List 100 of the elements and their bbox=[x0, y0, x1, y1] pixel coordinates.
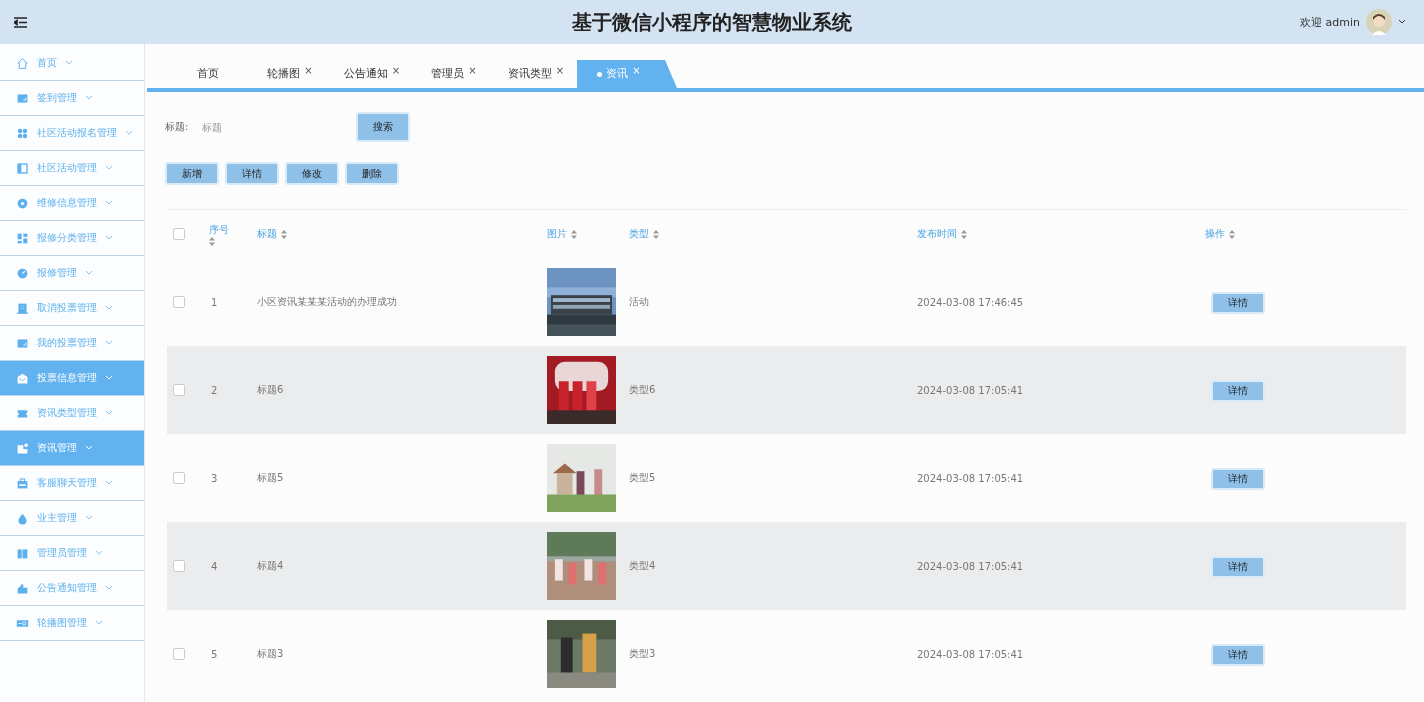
drop-icon bbox=[16, 511, 29, 525]
table-cell-text: 1 bbox=[210, 296, 219, 308]
detail-button[interactable]: 详情 bbox=[1211, 643, 1265, 666]
select-all-checkbox[interactable] bbox=[173, 228, 185, 240]
sort-icon[interactable] bbox=[281, 229, 287, 239]
chart-icon bbox=[16, 581, 29, 595]
note-icon bbox=[16, 441, 29, 455]
sort-icon[interactable] bbox=[1229, 229, 1235, 239]
image-icon bbox=[16, 91, 29, 105]
sort-icon[interactable] bbox=[209, 236, 215, 246]
chevron-down-icon bbox=[105, 235, 113, 241]
tiles-icon bbox=[16, 231, 29, 245]
table-cell-text: 标题3 bbox=[257, 647, 285, 661]
table-cell-text: 小区资讯某某某活动的办理成功 bbox=[257, 295, 398, 309]
row-checkbox[interactable] bbox=[173, 472, 185, 484]
table-cell-text: 2024-03-08 17:05:41 bbox=[917, 560, 1025, 572]
welcome-text: 欢迎 admin bbox=[1300, 14, 1360, 30]
column-header[interactable]: 类型 bbox=[629, 227, 649, 241]
search-field[interactable]: 标题 bbox=[198, 117, 337, 137]
chevron-down-icon bbox=[105, 585, 113, 591]
panel-icon bbox=[16, 161, 29, 175]
table-cell-text: 3 bbox=[210, 472, 219, 484]
avatar-icon[interactable] bbox=[1366, 9, 1392, 35]
mail-icon bbox=[16, 371, 29, 385]
search-button[interactable]: 搜索 bbox=[356, 112, 411, 142]
action-button[interactable]: 修改 bbox=[285, 162, 339, 185]
close-icon[interactable]: × bbox=[304, 64, 313, 76]
table-cell-text: 2024-03-08 17:05:41 bbox=[917, 472, 1025, 484]
tab[interactable]: 资讯类型 × bbox=[495, 60, 577, 88]
tab[interactable]: 资讯 × bbox=[577, 60, 677, 88]
tab[interactable]: 管理员 × bbox=[413, 60, 495, 88]
table-cell-text: 标题5 bbox=[257, 471, 285, 485]
chevron-down-icon bbox=[95, 550, 103, 556]
table-cell-text: 类型6 bbox=[629, 383, 657, 397]
chevron-down-icon bbox=[105, 480, 113, 486]
table-cell-text: 2024-03-08 17:05:41 bbox=[917, 384, 1025, 396]
chevron-down-icon bbox=[105, 165, 113, 171]
sidebar-item[interactable]: 投票信息管理 bbox=[0, 361, 144, 396]
chevron-down-icon bbox=[65, 60, 73, 66]
row-checkbox[interactable] bbox=[173, 560, 185, 572]
image-icon bbox=[16, 336, 29, 350]
table-cell-text: 5 bbox=[210, 648, 219, 660]
tab[interactable]: 轮播图 × bbox=[249, 60, 331, 88]
table-cell-text: 类型5 bbox=[629, 471, 657, 485]
detail-button[interactable]: 详情 bbox=[1211, 379, 1265, 402]
detail-button[interactable]: 详情 bbox=[1211, 291, 1265, 314]
gauge-icon bbox=[16, 266, 29, 280]
grid-icon bbox=[16, 126, 29, 140]
row-checkbox[interactable] bbox=[173, 296, 185, 308]
chevron-down-icon bbox=[85, 95, 93, 101]
chevron-down-icon bbox=[125, 130, 133, 136]
close-icon[interactable]: × bbox=[555, 64, 565, 76]
column-header[interactable]: 序号 bbox=[209, 222, 229, 237]
close-icon[interactable]: × bbox=[391, 64, 401, 76]
search-label: 标题: bbox=[165, 120, 189, 134]
chevron-down-icon bbox=[105, 410, 113, 416]
chevron-down-icon bbox=[105, 340, 113, 346]
tab[interactable]: 首页 bbox=[167, 60, 249, 88]
detail-button[interactable]: 详情 bbox=[1211, 555, 1265, 578]
chevron-down-icon bbox=[85, 270, 93, 276]
menu-icon[interactable] bbox=[14, 16, 27, 28]
column-header[interactable]: 图片 bbox=[547, 227, 567, 241]
action-button[interactable]: 删除 bbox=[345, 162, 399, 185]
building-icon bbox=[16, 301, 29, 315]
chevron-down-icon bbox=[105, 375, 113, 381]
chevron-down-icon bbox=[105, 200, 113, 206]
table-cell-text: 标题6 bbox=[257, 383, 285, 397]
chevron-down-icon bbox=[105, 305, 113, 311]
tab[interactable]: 公告通知 × bbox=[331, 60, 413, 88]
circle-icon bbox=[16, 196, 29, 210]
home-icon bbox=[16, 56, 29, 70]
chevron-down-icon bbox=[85, 445, 93, 451]
table-cell-text: 4 bbox=[210, 560, 219, 572]
close-icon[interactable]: × bbox=[468, 64, 477, 76]
system-title: 基于微信小程序的智慧物业系统 bbox=[572, 9, 852, 34]
chevron-down-icon[interactable] bbox=[1398, 19, 1406, 25]
column-header[interactable]: 发布时间 bbox=[917, 227, 957, 241]
book-icon bbox=[16, 546, 29, 560]
sort-icon[interactable] bbox=[571, 229, 577, 239]
column-header[interactable]: 标题 bbox=[257, 227, 277, 241]
sort-icon[interactable] bbox=[961, 229, 967, 239]
close-icon[interactable]: × bbox=[632, 64, 641, 76]
table-cell-text: 活动 bbox=[629, 295, 650, 309]
column-header[interactable]: 操作 bbox=[1205, 227, 1225, 241]
row-checkbox[interactable] bbox=[173, 648, 185, 660]
sort-icon[interactable] bbox=[653, 229, 659, 239]
table-cell-text: 2024-03-08 17:46:45 bbox=[917, 296, 1025, 308]
table-cell-text: 2 bbox=[210, 384, 219, 396]
row-checkbox[interactable] bbox=[173, 384, 185, 396]
chevron-down-icon bbox=[85, 515, 93, 521]
active-dot-icon bbox=[597, 71, 603, 77]
chevron-down-icon bbox=[95, 620, 103, 626]
bag-icon bbox=[16, 476, 29, 490]
detail-button[interactable]: 详情 bbox=[1211, 467, 1265, 490]
sidebar-item[interactable]: 资讯管理 bbox=[0, 431, 144, 466]
table-cell-text: 类型3 bbox=[629, 647, 657, 661]
action-button[interactable]: 新增 bbox=[165, 162, 219, 185]
table-cell-text: 2024-03-08 17:05:41 bbox=[917, 648, 1025, 660]
table-cell-text: 类型4 bbox=[629, 559, 657, 573]
action-button[interactable]: 详情 bbox=[225, 162, 279, 185]
